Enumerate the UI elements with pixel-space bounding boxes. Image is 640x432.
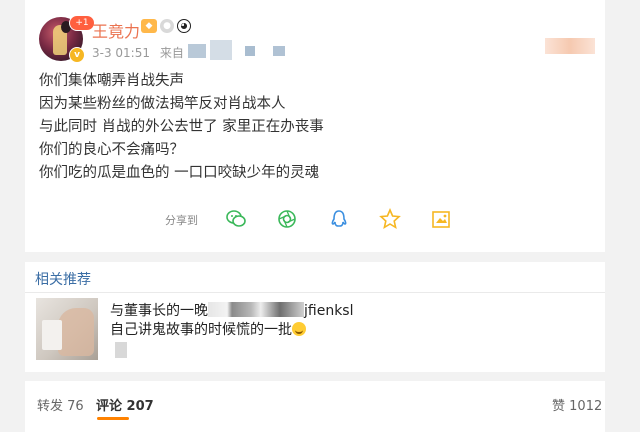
comment-label: 评论 bbox=[96, 399, 123, 414]
content-line: 你们的良心不会痛吗？ bbox=[39, 142, 184, 158]
redacted-block bbox=[208, 302, 304, 317]
repost-label: 转发 bbox=[37, 399, 64, 414]
post-meta: 3-3 01:51 来自 bbox=[92, 44, 184, 61]
redacted-source bbox=[188, 44, 206, 58]
avatar[interactable]: +1 v bbox=[39, 15, 95, 63]
related-item-title-start: 与董事长的一晚 bbox=[110, 303, 208, 319]
redacted-block bbox=[210, 40, 232, 60]
grin-emoji-icon bbox=[292, 322, 306, 336]
related-item-line2[interactable]: 自己讲鬼故事的时候慌的一批 bbox=[110, 319, 306, 339]
qzone-star-icon[interactable] bbox=[379, 208, 401, 230]
related-card: 相关推荐 与董事长的一晚 jfienksl 自己讲鬼故事的时候慌的一批 bbox=[25, 262, 605, 372]
related-item-title-end: jfienksl bbox=[304, 303, 354, 319]
active-tab-indicator bbox=[97, 417, 129, 420]
timestamp: 3-3 01:51 bbox=[92, 46, 150, 60]
level-icon[interactable]: ◆ bbox=[141, 19, 157, 33]
source-prefix: 来自 bbox=[159, 46, 184, 60]
related-item-line1[interactable]: 与董事长的一晚 jfienksl bbox=[110, 300, 354, 320]
like-count: 1012 bbox=[569, 399, 603, 414]
like-label: 赞 bbox=[552, 399, 566, 414]
redacted-block bbox=[273, 46, 285, 56]
share-label: 分享到 bbox=[165, 214, 198, 227]
username[interactable]: 王竟力 bbox=[92, 18, 140, 42]
redacted-block bbox=[115, 342, 127, 358]
moments-icon[interactable] bbox=[276, 208, 298, 230]
medal-icon[interactable]: ● bbox=[160, 19, 174, 33]
post-card: +1 v 王竟力 ◆ ● ◕ 3-3 01:51 来自 你们集体嘲弄肖战失声因为… bbox=[25, 0, 605, 252]
repost-count: 76 bbox=[67, 399, 84, 414]
content-line: 你们吃的瓜是血色的 一口口咬缺少年的灵魂 bbox=[39, 165, 320, 181]
qq-icon[interactable] bbox=[328, 208, 350, 230]
repost-tab[interactable]: 转发 76 bbox=[37, 395, 84, 414]
comment-tab[interactable]: 评论 207 bbox=[96, 395, 154, 414]
user-badges: ◆ ● ◕ bbox=[141, 19, 191, 33]
like-tab[interactable]: 赞 1012 bbox=[552, 395, 602, 414]
related-item-subtitle: 自己讲鬼故事的时候慌的一批 bbox=[110, 322, 292, 338]
verified-icon: v bbox=[69, 47, 85, 63]
panda-icon[interactable]: ◕ bbox=[177, 19, 191, 33]
post-content: 你们集体嘲弄肖战失声因为某些粉丝的做法揭竿反对肖战本人与此同时 肖战的外公去世了… bbox=[39, 70, 324, 185]
content-line: 与此同时 肖战的外公去世了 家里正在办丧事 bbox=[39, 119, 324, 135]
wechat-icon[interactable] bbox=[225, 208, 247, 230]
comment-count: 207 bbox=[126, 399, 154, 414]
follow-button[interactable] bbox=[545, 38, 595, 54]
redacted-block bbox=[245, 46, 255, 56]
related-title: 相关推荐 bbox=[35, 272, 91, 288]
stats-bar: 转发 76 评论 207 赞 1012 bbox=[25, 381, 605, 432]
divider bbox=[25, 292, 605, 293]
related-thumbnail[interactable] bbox=[36, 298, 98, 360]
content-line: 你们集体嘲弄肖战失声 bbox=[39, 73, 184, 89]
content-line: 因为某些粉丝的做法揭竿反对肖战本人 bbox=[39, 96, 286, 112]
save-image-icon[interactable] bbox=[430, 208, 452, 230]
